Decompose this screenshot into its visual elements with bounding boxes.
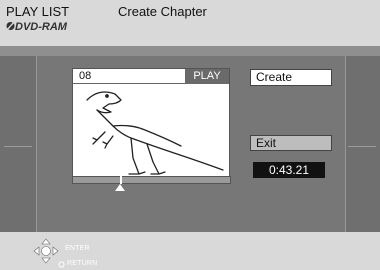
enter-hint: ENTER bbox=[65, 245, 90, 252]
screen-frame: PLAY LIST Create Chapter DVD-RAM 08 PLAY bbox=[0, 0, 380, 270]
disc-slash-icon bbox=[6, 21, 15, 31]
playhead-pointer-icon bbox=[115, 184, 125, 191]
disc-type-label: DVD-RAM bbox=[6, 21, 67, 33]
footer-bar: ENTER RETURN bbox=[0, 232, 380, 270]
time-display: 0:43.21 bbox=[253, 162, 325, 178]
dpad-icon bbox=[33, 238, 59, 264]
create-button[interactable]: Create bbox=[250, 69, 332, 86]
play-status-badge: PLAY bbox=[185, 69, 229, 84]
page-title: PLAY LIST bbox=[6, 4, 70, 19]
playhead-marker bbox=[120, 176, 122, 184]
chapter-thumbnail[interactable]: 08 PLAY bbox=[72, 68, 230, 178]
return-circle-icon bbox=[58, 261, 65, 268]
chapter-number: 08 bbox=[73, 69, 185, 84]
exit-button[interactable]: Exit bbox=[250, 135, 332, 151]
timeline-scrubber[interactable] bbox=[72, 176, 231, 184]
header-bar: PLAY LIST Create Chapter DVD-RAM bbox=[0, 0, 380, 46]
left-divider bbox=[4, 146, 32, 147]
header-divider bbox=[0, 46, 380, 56]
return-hint: RETURN bbox=[67, 260, 98, 267]
page-subtitle: Create Chapter bbox=[118, 4, 207, 19]
dinosaur-image bbox=[86, 91, 224, 175]
right-divider bbox=[348, 146, 376, 147]
